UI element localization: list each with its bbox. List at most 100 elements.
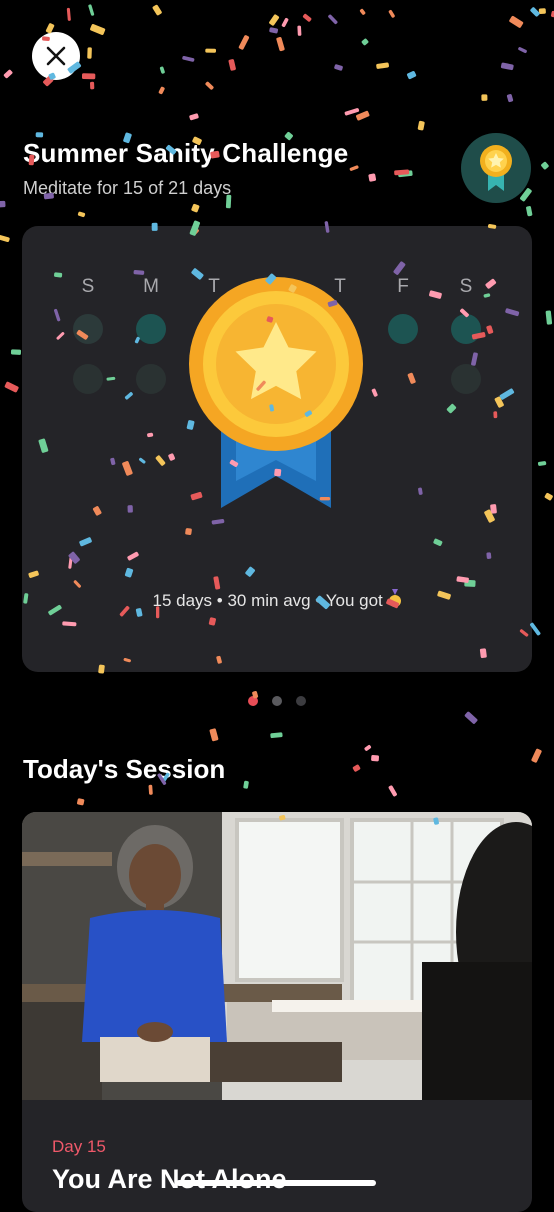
confetti-piece bbox=[276, 36, 285, 52]
confetti-piece bbox=[87, 47, 92, 59]
confetti-piece bbox=[77, 211, 86, 218]
confetti-piece bbox=[81, 73, 96, 80]
challenge-card[interactable]: S M T W T F S 15 days • 30 min avg • You… bbox=[22, 226, 532, 672]
confetti-piece bbox=[538, 8, 546, 15]
confetti-piece bbox=[368, 173, 377, 182]
confetti-piece bbox=[297, 25, 302, 36]
stats-reward: You got bbox=[325, 591, 383, 610]
confetti-piece bbox=[238, 35, 250, 50]
challenge-badge-button[interactable] bbox=[461, 133, 531, 203]
challenge-title: Summer Sanity Challenge bbox=[23, 138, 349, 168]
confetti-piece bbox=[205, 81, 214, 90]
confetti-piece bbox=[243, 780, 249, 789]
confetti-piece bbox=[417, 120, 425, 131]
day-progress-dot bbox=[451, 364, 481, 394]
confetti-piece bbox=[4, 381, 19, 393]
confetti-piece bbox=[205, 48, 217, 53]
confetti-piece bbox=[531, 748, 542, 763]
confetti-piece bbox=[537, 461, 547, 466]
confetti-piece bbox=[189, 113, 199, 121]
close-button[interactable] bbox=[32, 32, 80, 80]
confetti-piece bbox=[77, 798, 85, 806]
challenge-stats: 15 days • 30 min avg • You got bbox=[22, 589, 532, 611]
confetti-piece bbox=[506, 94, 514, 103]
confetti-piece bbox=[376, 62, 389, 69]
day-progress-dot bbox=[73, 364, 103, 394]
confetti-piece bbox=[464, 711, 478, 724]
confetti-piece bbox=[394, 169, 410, 176]
confetti-piece bbox=[388, 9, 395, 18]
confetti-piece bbox=[270, 732, 283, 739]
confetti-piece bbox=[3, 69, 13, 79]
confetti-piece bbox=[209, 728, 219, 742]
confetti-piece bbox=[66, 7, 71, 21]
confetti-piece bbox=[88, 4, 95, 16]
confetti-piece bbox=[349, 165, 359, 171]
weekday-label: F bbox=[397, 276, 409, 297]
weekday-label: S bbox=[81, 276, 95, 297]
confetti-piece bbox=[0, 235, 10, 243]
confetti-piece bbox=[269, 27, 279, 34]
confetti-piece bbox=[0, 200, 6, 208]
weekday-label: M bbox=[143, 276, 159, 297]
confetti-piece bbox=[518, 47, 527, 54]
section-title-today: Today's Session bbox=[23, 754, 226, 784]
medal-badge-icon bbox=[480, 145, 512, 191]
small-medal-icon bbox=[388, 589, 401, 607]
confetti-piece bbox=[344, 108, 360, 116]
confetti-piece bbox=[159, 66, 165, 74]
confetti-piece bbox=[545, 310, 553, 325]
confetti-piece bbox=[281, 17, 289, 28]
confetti-piece bbox=[406, 71, 417, 80]
confetti-piece bbox=[541, 161, 549, 170]
confetti-piece bbox=[228, 59, 236, 71]
confetti-piece bbox=[359, 8, 366, 15]
confetti-piece bbox=[269, 14, 280, 26]
confetti-piece bbox=[148, 784, 153, 795]
day-progress-dot bbox=[73, 314, 103, 344]
close-icon bbox=[46, 46, 66, 66]
confetti-piece bbox=[509, 15, 524, 28]
confetti-piece bbox=[371, 755, 379, 762]
day-progress-dot bbox=[136, 314, 166, 344]
weekday-label: S bbox=[459, 276, 473, 297]
day-progress-dot bbox=[388, 314, 418, 344]
stats-average: 30 min avg bbox=[227, 591, 311, 610]
today-session-card[interactable]: Day 15 You Are Not Alone bbox=[22, 812, 532, 1212]
confetti-piece bbox=[191, 203, 200, 213]
day-progress-dot bbox=[136, 364, 166, 394]
pager-dot-active[interactable] bbox=[248, 696, 258, 706]
confetti-piece bbox=[530, 7, 540, 17]
confetti-piece bbox=[90, 81, 95, 90]
confetti-piece bbox=[352, 764, 361, 772]
confetti-piece bbox=[481, 94, 488, 101]
home-indicator[interactable] bbox=[176, 1180, 376, 1186]
confetti-piece bbox=[526, 206, 533, 217]
confetti-piece bbox=[544, 492, 553, 501]
confetti-piece bbox=[182, 55, 195, 62]
stats-separator: • bbox=[315, 591, 326, 610]
confetti-piece bbox=[328, 14, 338, 25]
stats-separator: • bbox=[216, 591, 228, 610]
day-progress-dot bbox=[451, 314, 481, 344]
confetti-piece bbox=[361, 38, 369, 46]
challenge-subtitle: Meditate for 15 of 21 days bbox=[23, 178, 232, 198]
session-day-label: Day 15 bbox=[52, 1137, 106, 1156]
confetti-piece bbox=[302, 13, 312, 22]
pager-dot[interactable] bbox=[296, 696, 306, 706]
confetti-piece bbox=[10, 349, 22, 355]
session-thumbnail bbox=[22, 812, 532, 1100]
confetti-piece bbox=[152, 4, 162, 16]
stats-days: 15 days bbox=[152, 591, 213, 610]
confetti-piece bbox=[356, 110, 370, 121]
confetti-piece bbox=[334, 64, 343, 71]
confetti-piece bbox=[500, 62, 514, 71]
confetti-piece bbox=[90, 24, 106, 35]
confetti-piece bbox=[364, 744, 372, 751]
confetti-piece bbox=[398, 170, 413, 178]
confetti-piece bbox=[388, 785, 397, 797]
pager-dot[interactable] bbox=[272, 696, 282, 706]
confetti-piece bbox=[35, 132, 44, 138]
confetti-piece bbox=[158, 86, 165, 95]
gold-medal-icon bbox=[189, 277, 363, 508]
